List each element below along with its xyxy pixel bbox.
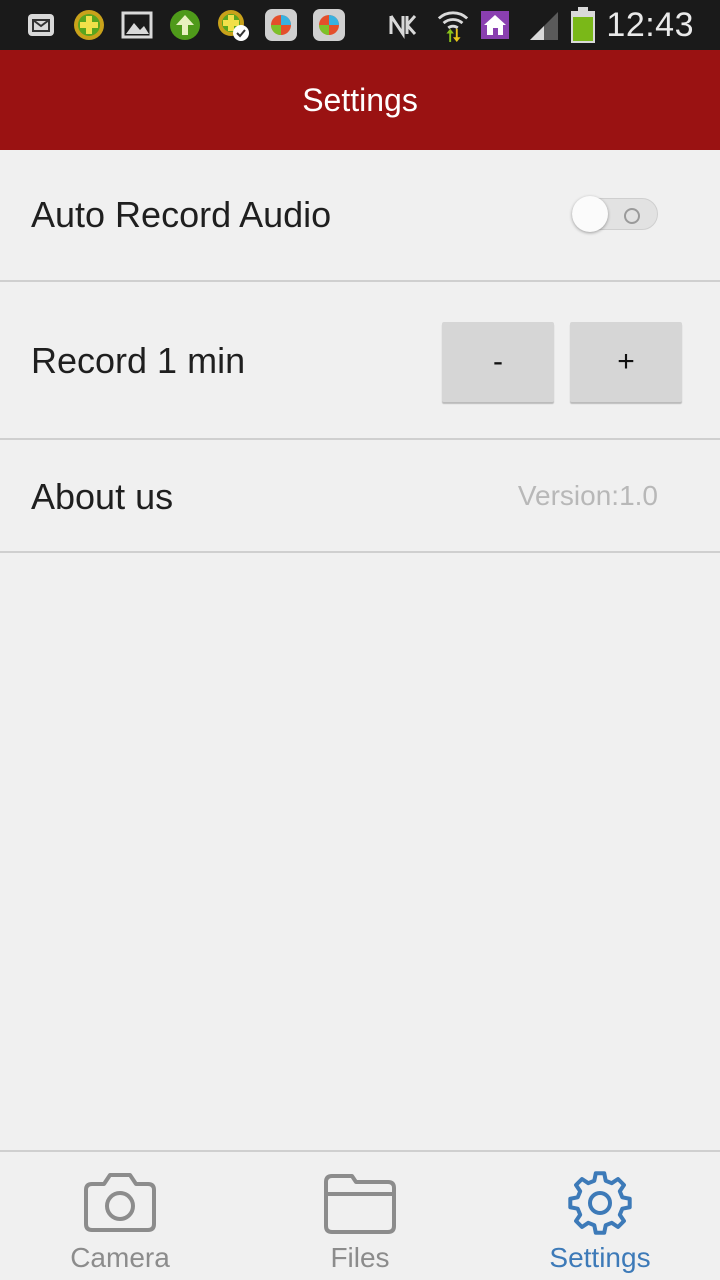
tab-files[interactable]: Files bbox=[240, 1152, 480, 1280]
gear-icon bbox=[568, 1171, 632, 1235]
status-bar: 12:43 bbox=[0, 0, 720, 50]
about-row[interactable]: About us Version:1.0 bbox=[0, 440, 720, 553]
tab-settings-label: Settings bbox=[549, 1242, 651, 1273]
wifi-icon bbox=[436, 8, 470, 42]
upload-arrow-icon bbox=[168, 8, 202, 42]
auto-record-row: Auto Record Audio bbox=[0, 150, 720, 282]
record-duration-row: Record 1 min - + bbox=[0, 282, 720, 440]
mail-icon bbox=[24, 8, 58, 42]
decrement-button[interactable]: - bbox=[442, 322, 554, 402]
status-time: 12:43 bbox=[606, 6, 694, 44]
image-icon bbox=[120, 8, 154, 42]
tab-camera[interactable]: Camera bbox=[0, 1152, 240, 1280]
tab-camera-label: Camera bbox=[70, 1242, 170, 1273]
toggle-off-indicator bbox=[624, 208, 640, 224]
record-duration-label: Record 1 min bbox=[31, 340, 246, 381]
tab-settings[interactable]: Settings bbox=[480, 1152, 720, 1280]
increment-button[interactable]: + bbox=[570, 322, 682, 402]
home-icon bbox=[478, 8, 512, 42]
plus-circle-icon bbox=[72, 8, 106, 42]
version-label: Version:1.0 bbox=[517, 480, 658, 511]
about-label: About us bbox=[31, 476, 174, 517]
auto-record-toggle[interactable] bbox=[572, 196, 660, 232]
app-bar: Settings bbox=[0, 50, 720, 150]
plus-check-icon bbox=[216, 8, 250, 42]
battery-icon bbox=[566, 7, 600, 43]
bottom-tab-bar: Camera Files Settings bbox=[0, 1150, 720, 1280]
signal-icon bbox=[526, 8, 560, 42]
page-title: Settings bbox=[302, 81, 418, 118]
app-icon bbox=[312, 8, 346, 42]
nfc-icon bbox=[386, 8, 420, 42]
toggle-knob bbox=[572, 196, 608, 232]
tab-files-label: Files bbox=[330, 1242, 390, 1273]
auto-record-label: Auto Record Audio bbox=[31, 194, 332, 235]
app-icon bbox=[264, 8, 298, 42]
folder-icon bbox=[324, 1174, 396, 1234]
camera-icon bbox=[84, 1173, 156, 1232]
